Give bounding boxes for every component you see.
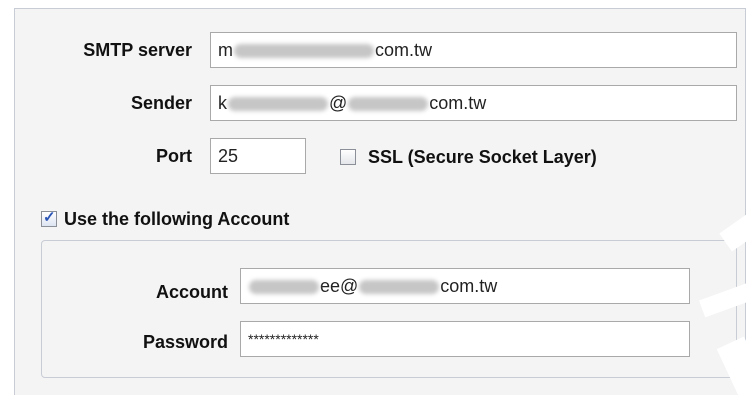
checkmark-icon: ✓ xyxy=(43,209,56,226)
smtp-server-label: SMTP server xyxy=(83,40,192,60)
sender-value-prefix: k xyxy=(218,93,227,113)
smtp-server-value-suffix: com.tw xyxy=(375,40,433,60)
redacted-text xyxy=(249,280,319,295)
account-group-box xyxy=(41,240,737,378)
use-account-checkbox[interactable]: ✓ xyxy=(41,209,57,227)
account-input[interactable]: ee@ com.tw xyxy=(240,268,690,304)
account-label: Account xyxy=(156,282,228,302)
redacted-text xyxy=(234,44,374,59)
ssl-label[interactable]: SSL (Secure Socket Layer) xyxy=(368,146,597,168)
sender-label: Sender xyxy=(130,93,192,113)
port-input[interactable]: 25 xyxy=(210,138,306,174)
sender-input[interactable]: k @ com.tw xyxy=(210,85,737,121)
sender-value-suffix: com.tw xyxy=(429,93,487,113)
port-label: Port xyxy=(156,146,192,166)
ssl-checkbox[interactable] xyxy=(340,149,356,165)
password-input[interactable]: ************* xyxy=(240,321,690,357)
account-value-mid: ee@ xyxy=(320,276,359,296)
redacted-text xyxy=(228,97,328,112)
smtp-server-value-prefix: m xyxy=(218,40,233,60)
password-label: Password xyxy=(142,332,228,352)
use-account-label[interactable]: Use the following Account xyxy=(64,208,289,230)
smtp-server-input[interactable]: m com.tw xyxy=(210,32,737,68)
redacted-text xyxy=(359,280,440,295)
account-value-suffix: com.tw xyxy=(440,276,498,296)
sender-value-at: @ xyxy=(329,93,348,113)
redacted-text xyxy=(348,97,429,112)
